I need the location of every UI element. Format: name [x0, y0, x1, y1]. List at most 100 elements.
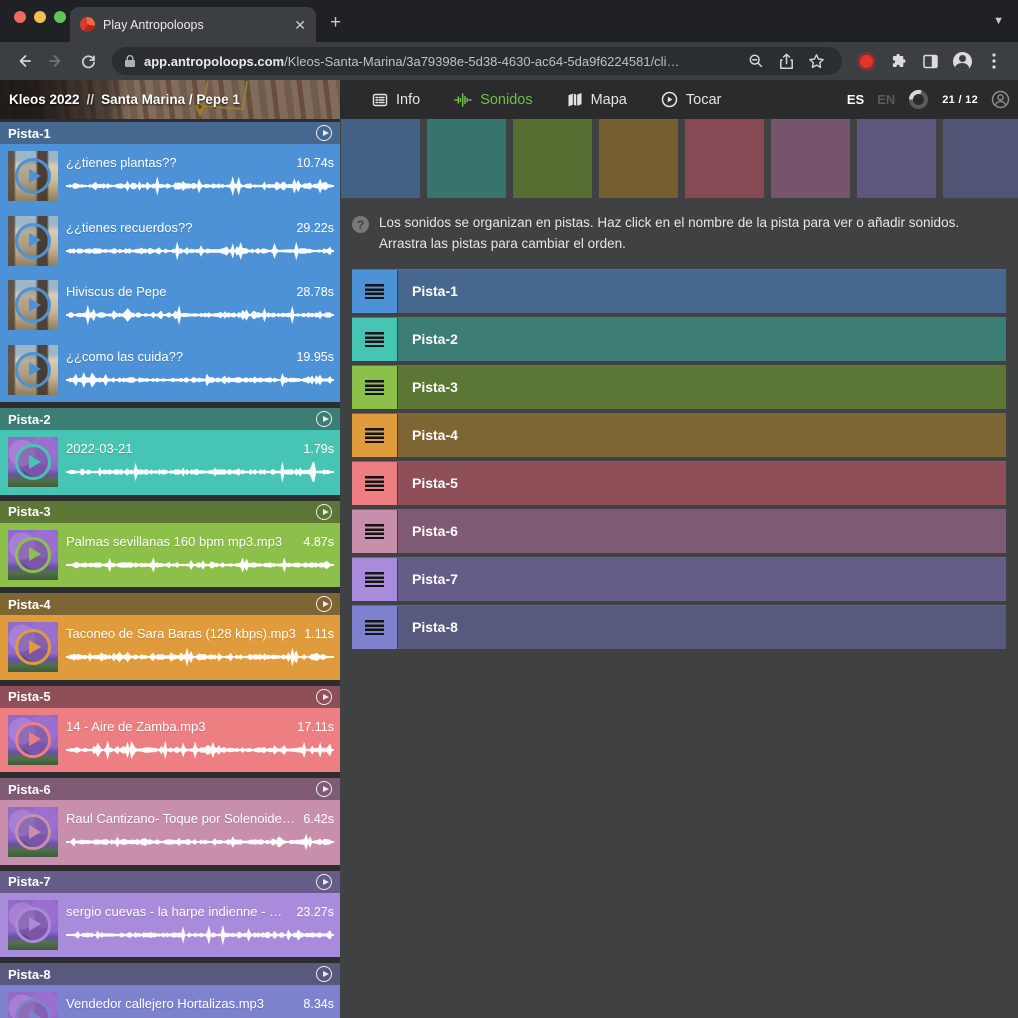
track-row-body[interactable]: Pista-4 [398, 414, 1006, 457]
track-header[interactable]: Pista-7 [0, 871, 340, 893]
track-header[interactable]: Pista-4 [0, 593, 340, 615]
drag-handle[interactable] [352, 510, 397, 553]
browser-tab[interactable]: Play Antropoloops ✕ [70, 7, 316, 42]
drag-handle[interactable] [352, 318, 397, 361]
track-row[interactable]: Pista-2 [352, 317, 1006, 361]
tab-search-chevron-icon[interactable]: ▼ [993, 15, 1004, 27]
track-header[interactable]: Pista-2 [0, 408, 340, 430]
track-row-body[interactable]: Pista-1 [398, 270, 1006, 313]
audio-clip[interactable]: Vendedor callejero Hortalizas.mp3 8.34s [0, 985, 340, 1018]
clip-play-icon[interactable] [15, 444, 51, 480]
audio-clip[interactable]: ¿¿tienes recuerdos?? 29.22s [0, 209, 340, 274]
zoom-window-button[interactable] [54, 11, 66, 23]
track-row[interactable]: Pista-7 [352, 557, 1006, 601]
minimize-window-button[interactable] [34, 11, 46, 23]
extensions-puzzle-icon[interactable] [884, 47, 912, 75]
clip-thumbnail[interactable] [8, 345, 58, 395]
audio-clip[interactable]: Hiviscus de Pepe 28.78s [0, 273, 340, 338]
track-row[interactable]: Pista-8 [352, 605, 1006, 649]
bookmark-star-icon[interactable] [802, 47, 830, 75]
clip-play-icon[interactable] [15, 352, 51, 388]
track-play-icon[interactable] [316, 125, 332, 141]
audio-clip[interactable]: ¿¿como las cuida?? 19.95s [0, 338, 340, 403]
browser-profile-avatar[interactable] [948, 47, 976, 75]
audio-clip[interactable]: ¿¿tienes plantas?? 10.74s [0, 144, 340, 209]
clip-thumbnail[interactable] [8, 622, 58, 672]
zoom-out-icon[interactable] [742, 47, 770, 75]
clip-thumbnail[interactable] [8, 437, 58, 487]
lang-es-button[interactable]: ES [847, 92, 864, 107]
track-row-body[interactable]: Pista-2 [398, 318, 1006, 361]
clip-play-icon[interactable] [15, 287, 51, 323]
track-play-icon[interactable] [316, 874, 332, 890]
record-extension-icon[interactable] [852, 47, 880, 75]
clip-play-icon[interactable] [15, 223, 51, 259]
track-header[interactable]: Pista-8 [0, 963, 340, 985]
track-row-body[interactable]: Pista-7 [398, 558, 1006, 601]
track-color-swatch[interactable] [857, 119, 936, 198]
audio-clip[interactable]: sergio cuevas - la harpe indienne - 03 -… [0, 893, 340, 958]
new-tab-button[interactable]: + [330, 13, 341, 32]
audio-clip[interactable]: 14 - Aire de Zamba.mp3 17.11s [0, 708, 340, 773]
audio-clip[interactable]: Palmas sevillanas 160 bpm mp3.mp3 4.87s [0, 523, 340, 588]
audio-clip[interactable]: Raul Cantizano- Toque por Solenoide.mp3 … [0, 800, 340, 865]
drag-handle[interactable] [352, 366, 397, 409]
track-color-swatch[interactable] [513, 119, 592, 198]
clip-thumbnail[interactable] [8, 280, 58, 330]
track-row[interactable]: Pista-6 [352, 509, 1006, 553]
side-panel-icon[interactable] [916, 47, 944, 75]
drag-handle[interactable] [352, 558, 397, 601]
clip-play-icon[interactable] [15, 537, 51, 573]
drag-handle[interactable] [352, 270, 397, 313]
track-color-swatch[interactable] [771, 119, 850, 198]
reload-icon[interactable] [74, 47, 102, 75]
drag-handle[interactable] [352, 414, 397, 457]
share-icon[interactable] [772, 47, 800, 75]
track-header[interactable]: Pista-5 [0, 686, 340, 708]
back-icon[interactable] [10, 47, 38, 75]
address-bar[interactable]: app.antropoloops.com/Kleos-Santa-Marina/… [112, 47, 842, 75]
clip-thumbnail[interactable] [8, 216, 58, 266]
drag-handle[interactable] [352, 462, 397, 505]
clip-thumbnail[interactable] [8, 807, 58, 857]
audio-clip[interactable]: 2022-03-21 1.79s [0, 430, 340, 495]
track-row-body[interactable]: Pista-8 [398, 606, 1006, 649]
clip-play-icon[interactable] [15, 629, 51, 665]
track-color-swatch[interactable] [427, 119, 506, 198]
audio-clip[interactable]: Taconeo de Sara Baras (128 kbps).mp3 1.1… [0, 615, 340, 680]
clip-thumbnail[interactable] [8, 900, 58, 950]
close-window-button[interactable] [14, 11, 26, 23]
track-play-icon[interactable] [316, 689, 332, 705]
track-color-swatch[interactable] [341, 119, 420, 198]
clip-thumbnail[interactable] [8, 715, 58, 765]
tab-info[interactable]: Info [362, 92, 430, 108]
track-play-icon[interactable] [316, 966, 332, 982]
tab-tocar[interactable]: Tocar [651, 91, 731, 108]
track-header[interactable]: Pista-6 [0, 778, 340, 800]
lang-en-button[interactable]: EN [877, 92, 895, 107]
track-row-body[interactable]: Pista-6 [398, 510, 1006, 553]
drag-handle[interactable] [352, 606, 397, 649]
track-row[interactable]: Pista-1 [352, 269, 1006, 313]
track-color-swatch[interactable] [943, 119, 1018, 198]
track-row[interactable]: Pista-3 [352, 365, 1006, 409]
clip-play-icon[interactable] [15, 722, 51, 758]
track-play-icon[interactable] [316, 781, 332, 797]
clip-play-icon[interactable] [15, 158, 51, 194]
track-row-body[interactable]: Pista-3 [398, 366, 1006, 409]
clip-thumbnail[interactable] [8, 151, 58, 201]
piece-title[interactable]: Santa Marina / Pepe 1 [101, 92, 240, 107]
clip-play-icon[interactable] [15, 907, 51, 943]
account-icon[interactable] [991, 90, 1010, 109]
track-header[interactable]: Pista-3 [0, 501, 340, 523]
track-header[interactable]: Pista-1 [0, 122, 340, 144]
tab-close-icon[interactable]: ✕ [294, 18, 306, 32]
track-row[interactable]: Pista-4 [352, 413, 1006, 457]
track-color-swatch[interactable] [599, 119, 678, 198]
clip-play-icon[interactable] [15, 814, 51, 850]
browser-menu-icon[interactable] [980, 47, 1008, 75]
tab-mapa[interactable]: Mapa [557, 92, 637, 108]
track-play-icon[interactable] [316, 411, 332, 427]
project-name[interactable]: Kleos 2022 [9, 92, 80, 107]
clip-play-icon[interactable] [15, 999, 51, 1018]
